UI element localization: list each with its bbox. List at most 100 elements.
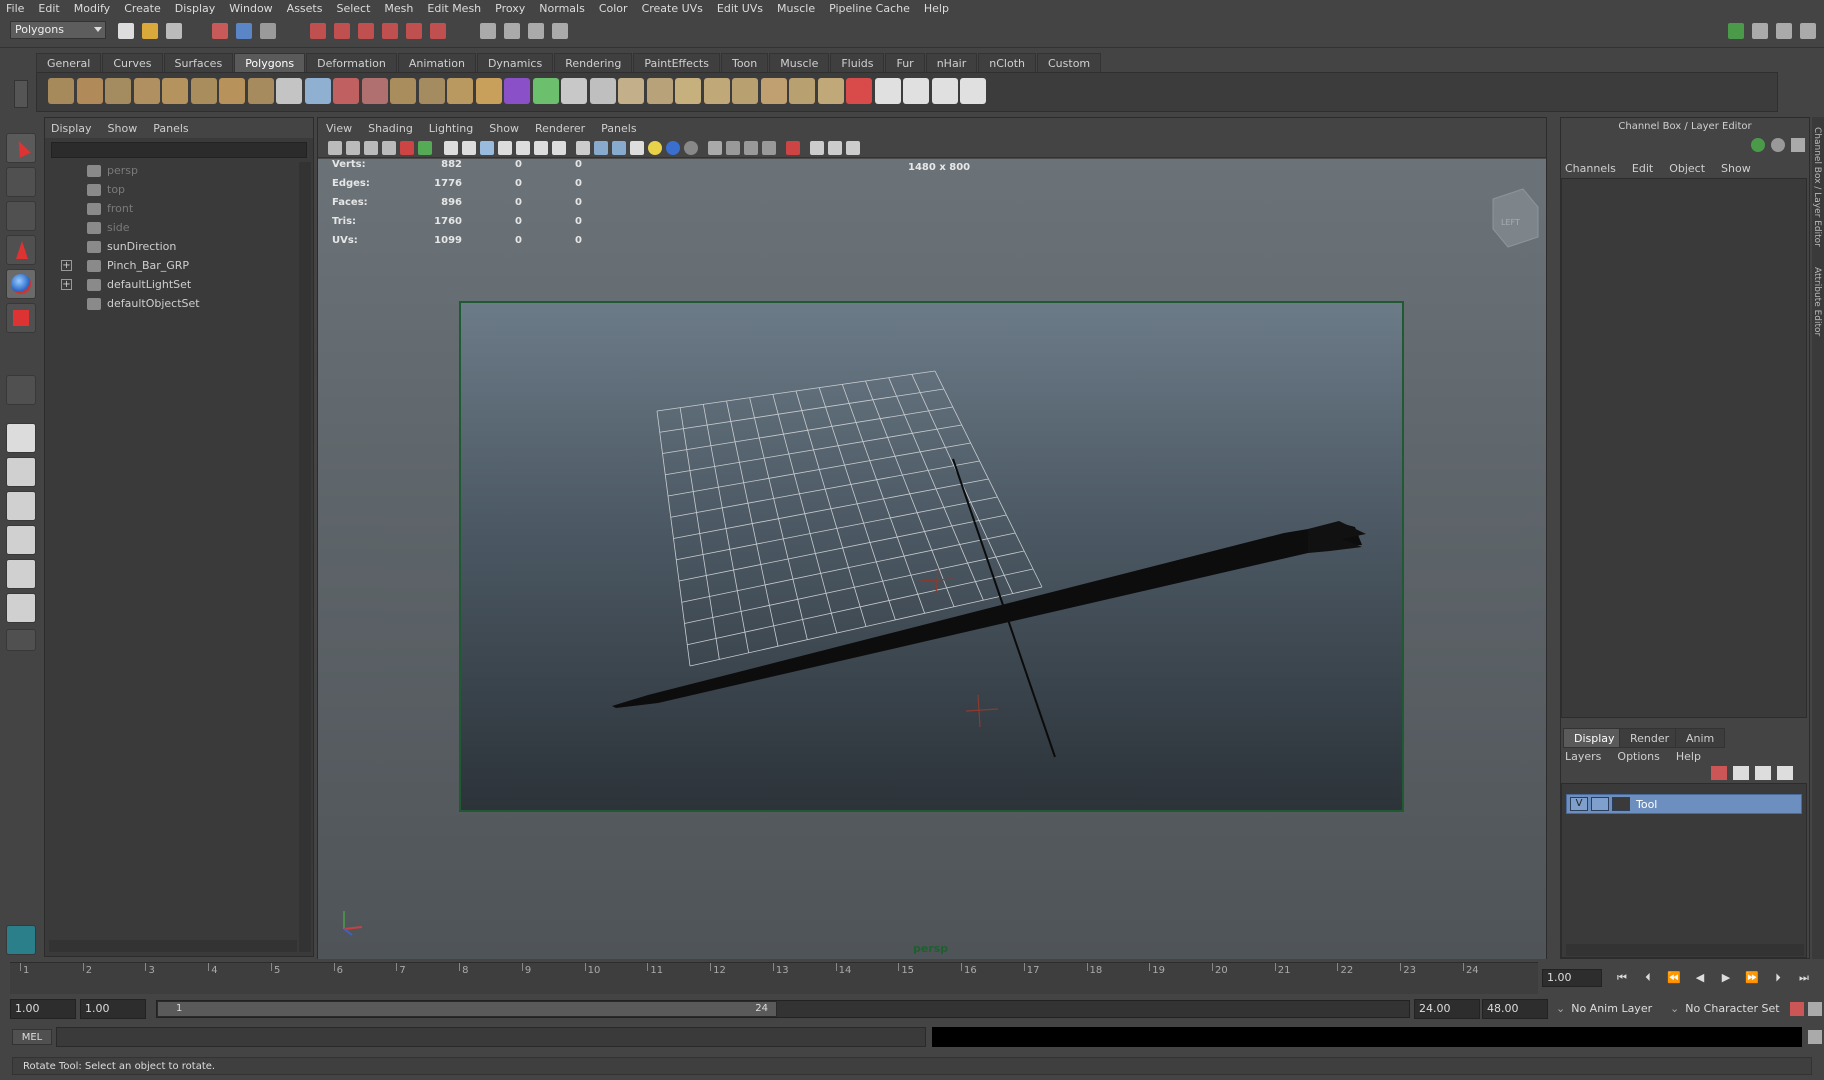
shelf-tab-general[interactable]: General — [36, 53, 102, 72]
shelf-tab-nhair[interactable]: nHair — [925, 53, 978, 72]
outliner-persp-layout-icon[interactable] — [6, 491, 36, 521]
expand-icon[interactable]: + — [61, 260, 72, 271]
layer-color-swatch[interactable] — [1612, 797, 1630, 811]
field-chart-icon[interactable] — [516, 141, 530, 155]
snap-view-plane-icon[interactable] — [382, 23, 398, 39]
motion-blur-icon[interactable] — [726, 141, 740, 155]
custom-layout-icon[interactable] — [6, 629, 36, 651]
anti-alias-icon[interactable] — [744, 141, 758, 155]
layer-display-type-toggle[interactable] — [1591, 797, 1609, 811]
range-slider-handle[interactable]: 1 24 — [157, 1001, 777, 1017]
xray-icon[interactable] — [810, 141, 824, 155]
grease-pencil-icon[interactable] — [418, 141, 432, 155]
channel-menu-show[interactable]: Show — [1721, 162, 1751, 175]
select-camera-icon[interactable] — [328, 141, 342, 155]
layout-toggle-icon[interactable] — [1728, 23, 1744, 39]
animation-preferences-icon[interactable] — [1808, 1002, 1822, 1016]
checker-map-icon[interactable] — [960, 78, 986, 104]
outliner-filter-field[interactable] — [51, 142, 307, 158]
auto-key-icon[interactable] — [1790, 1002, 1804, 1016]
script-language-toggle[interactable]: MEL — [12, 1029, 52, 1045]
menu-create-uvs[interactable]: Create UVs — [642, 2, 703, 15]
step-forward-key-icon[interactable]: ⏩ — [1742, 970, 1762, 986]
shelf-tab-fur[interactable]: Fur — [885, 53, 925, 72]
snap-point-icon[interactable] — [358, 23, 374, 39]
viewport-menu-panels[interactable]: Panels — [601, 122, 636, 135]
outliner-item[interactable]: defaultObjectSet — [87, 295, 200, 313]
pipe-icon[interactable] — [247, 78, 274, 104]
menu-edit-uvs[interactable]: Edit UVs — [717, 2, 763, 15]
shelf-tab-surfaces[interactable]: Surfaces — [163, 53, 234, 72]
outliner-item[interactable]: persp — [87, 162, 138, 180]
menu-proxy[interactable]: Proxy — [495, 2, 525, 15]
shelf-tab-fluids[interactable]: Fluids — [830, 53, 885, 72]
outliner-horizontal-scrollbar[interactable] — [49, 940, 297, 952]
smooth-icon[interactable] — [390, 78, 416, 104]
select-component-icon[interactable] — [260, 23, 276, 39]
layer-menu-help[interactable]: Help — [1676, 750, 1701, 763]
auto-uv-icon[interactable] — [931, 78, 958, 104]
graph-persp-layout-icon[interactable] — [6, 525, 36, 555]
shadows-icon[interactable] — [666, 141, 680, 155]
torus-icon[interactable] — [190, 78, 217, 104]
outliner-vertical-scrollbar[interactable] — [299, 162, 311, 952]
wireframe-icon[interactable] — [576, 141, 590, 155]
layer-visibility-icon[interactable] — [1751, 138, 1765, 152]
menu-set-selector[interactable]: Polygons — [10, 21, 106, 39]
expand-icon[interactable]: + — [61, 279, 72, 290]
split-icon[interactable] — [589, 78, 616, 104]
render-frame-icon[interactable] — [504, 23, 520, 39]
viewport-menu-view[interactable]: View — [326, 122, 352, 135]
isolate-select-icon[interactable] — [786, 141, 800, 155]
wedge-icon[interactable] — [789, 78, 815, 104]
layer-tab-anim[interactable]: Anim — [1675, 728, 1726, 748]
sculpt-icon[interactable] — [817, 78, 844, 104]
smooth-shade-icon[interactable] — [594, 141, 608, 155]
open-scene-icon[interactable] — [142, 23, 158, 39]
paint-select-tool-icon[interactable] — [6, 201, 36, 231]
step-back-key-icon[interactable]: ⏪ — [1664, 970, 1684, 986]
layer-horizontal-scrollbar[interactable] — [1566, 944, 1804, 956]
insert-edge-loop-icon[interactable] — [618, 78, 644, 104]
pinch-bar-mesh[interactable] — [612, 523, 1362, 708]
render-settings-icon[interactable] — [552, 23, 568, 39]
shelf-tab-animation[interactable]: Animation — [397, 53, 476, 72]
pin-icon[interactable] — [1791, 138, 1805, 152]
menu-mesh[interactable]: Mesh — [384, 2, 413, 15]
shelf-tab-custom[interactable]: Custom — [1037, 53, 1102, 72]
menu-file[interactable]: File — [6, 2, 24, 15]
reduce-icon[interactable] — [475, 78, 502, 104]
end-time-field[interactable]: 48.00 — [1482, 999, 1548, 1019]
shelf-tab-rendering[interactable]: Rendering — [554, 53, 633, 72]
film-gate-icon[interactable] — [462, 141, 476, 155]
snap-curve-icon[interactable] — [334, 23, 350, 39]
slide-edge-icon[interactable] — [703, 78, 730, 104]
step-back-frame-icon[interactable]: ⏴ — [1638, 970, 1658, 986]
new-layer-selected-icon[interactable] — [1733, 766, 1749, 780]
save-scene-icon[interactable] — [166, 23, 182, 39]
bookmarks-icon[interactable] — [364, 141, 378, 155]
outliner-menu-panels[interactable]: Panels — [153, 122, 188, 135]
wireframe-on-shaded-icon[interactable] — [612, 141, 626, 155]
scale-tool-icon[interactable] — [6, 303, 36, 333]
shelf-tab-deformation[interactable]: Deformation — [306, 53, 397, 72]
anim-layer-selector[interactable]: ⌄ No Anim Layer — [1556, 999, 1666, 1019]
screen-space-ao-icon[interactable] — [708, 141, 722, 155]
xray-components-icon[interactable] — [846, 141, 860, 155]
rotate-tool-icon[interactable] — [6, 269, 36, 299]
go-to-start-icon[interactable]: ⏮ — [1612, 970, 1632, 986]
layer-menu-layers[interactable]: Layers — [1565, 750, 1601, 763]
add-divisions-icon[interactable] — [675, 78, 701, 104]
current-frame-field[interactable]: 1.00 — [1542, 969, 1602, 987]
layer-row-tool[interactable]: V Tool — [1566, 794, 1802, 814]
menu-assets[interactable]: Assets — [287, 2, 323, 15]
menu-modify[interactable]: Modify — [74, 2, 110, 15]
grid-icon[interactable] — [444, 141, 458, 155]
four-view-layout-icon[interactable] — [6, 457, 36, 487]
separate-icon[interactable] — [333, 78, 359, 104]
outliner-item[interactable]: Pinch_Bar_GRP — [87, 257, 189, 275]
new-layer-icon[interactable] — [1711, 766, 1727, 780]
playback-end-field[interactable]: 24.00 — [1414, 999, 1480, 1019]
menu-select[interactable]: Select — [336, 2, 370, 15]
mirror-icon[interactable] — [447, 78, 473, 104]
